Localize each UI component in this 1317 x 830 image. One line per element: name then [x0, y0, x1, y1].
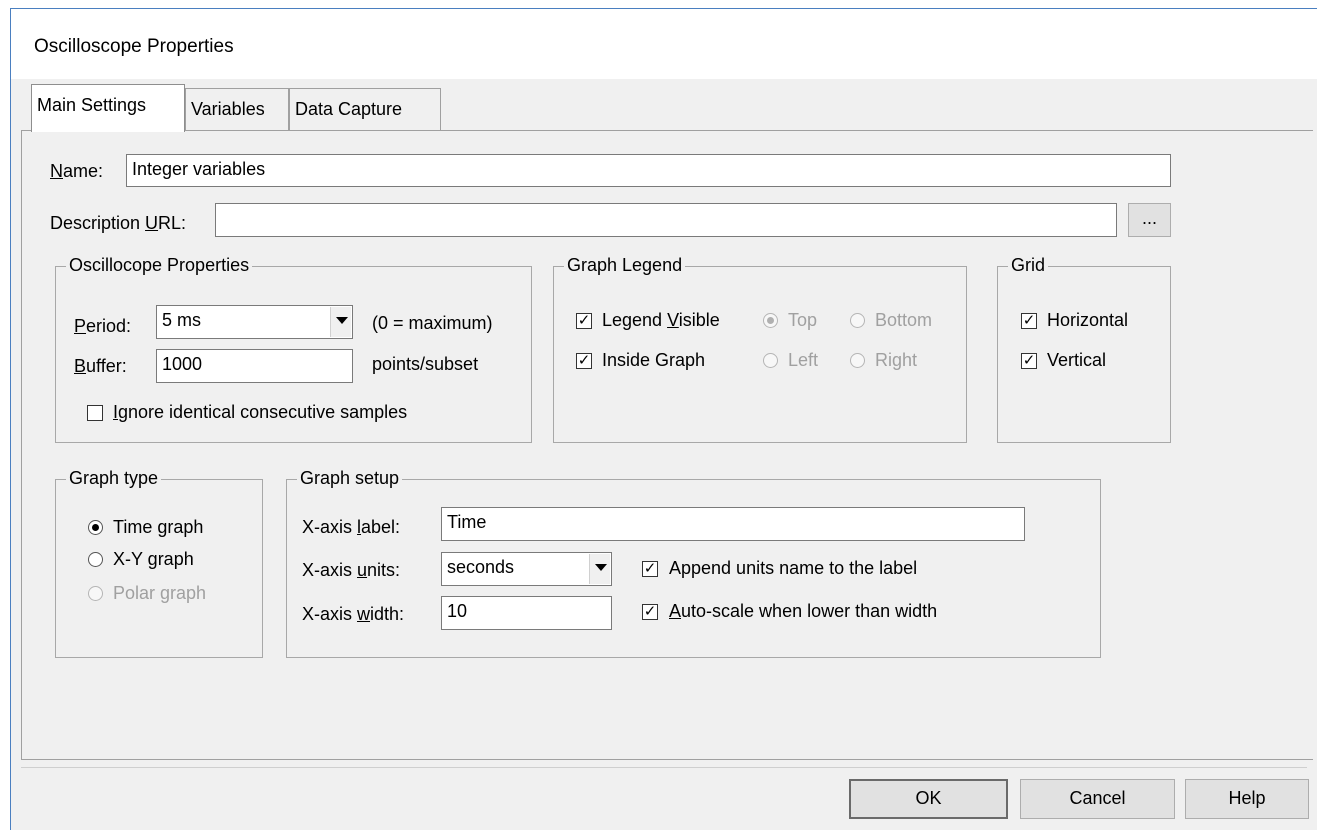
legend-top-label: Top [788, 310, 818, 330]
xaxis-label-input[interactable]: Time [441, 507, 1025, 541]
main-settings-panel: Name: Integer variables Description URL:… [21, 130, 1313, 760]
chevron-down-icon[interactable] [330, 307, 351, 337]
period-value: 5 ms [162, 310, 202, 330]
grid-vertical-label: Vertical [1047, 350, 1107, 370]
help-button[interactable]: Help [1185, 779, 1309, 819]
append-units-label: Append units name to the label [669, 558, 918, 578]
legend-right-label: Right [875, 350, 918, 370]
grid-group: Grid ✓ Horizontal ✓ Vertical [997, 255, 1171, 443]
browse-button[interactable]: ... [1128, 203, 1171, 237]
separator [21, 767, 1307, 768]
legend-top-radio[interactable] [763, 313, 778, 328]
ok-button[interactable]: OK [849, 779, 1008, 819]
tab-label: Variables [191, 99, 265, 119]
check-icon: ✓ [643, 560, 657, 577]
period-select[interactable]: 5 ms [156, 305, 353, 339]
tab-main-settings[interactable]: Main Settings [31, 84, 185, 132]
xaxis-width-input[interactable]: 10 [441, 596, 612, 630]
check-icon: ✓ [1022, 352, 1036, 369]
group-title: Graph setup [297, 468, 403, 489]
graph-setup-group: Graph setup X-axis label: Time X-axis un… [286, 468, 1101, 658]
tab-label: Main Settings [37, 95, 147, 115]
group-title: Graph Legend [564, 255, 686, 276]
time-graph-radio[interactable] [88, 520, 103, 535]
check-icon: ✓ [643, 603, 657, 620]
inside-graph-label: Inside Graph [602, 350, 706, 370]
legend-left-radio[interactable] [763, 353, 778, 368]
grid-horizontal-checkbox[interactable]: ✓ [1021, 313, 1037, 329]
ignore-identical-label: Ignore identical consecutive samples [113, 402, 408, 422]
legend-right-radio[interactable] [850, 353, 865, 368]
group-title: Oscillocope Properties [66, 255, 253, 276]
check-icon: ✓ [577, 312, 591, 329]
group-title: Graph type [66, 468, 162, 489]
append-units-checkbox[interactable]: ✓ [642, 561, 658, 577]
group-title: Grid [1008, 255, 1049, 276]
check-icon: ✓ [577, 352, 591, 369]
auto-scale-checkbox[interactable]: ✓ [642, 604, 658, 620]
name-input[interactable]: Integer variables [126, 154, 1171, 187]
ignore-identical-checkbox[interactable] [87, 405, 103, 421]
tab-data-capture[interactable]: Data Capture [289, 88, 441, 130]
title-bar: Oscilloscope Properties [11, 9, 1317, 79]
xy-graph-radio[interactable] [88, 552, 103, 567]
xy-graph-label: X-Y graph [113, 549, 194, 569]
xaxis-units-label: X-axis units: [302, 560, 401, 580]
dialog-title: Oscilloscope Properties [34, 36, 234, 57]
legend-visible-checkbox[interactable]: ✓ [576, 313, 592, 329]
legend-bottom-label: Bottom [875, 310, 933, 330]
period-hint: (0 = maximum) [372, 313, 493, 333]
buffer-unit: points/subset [372, 354, 479, 374]
buffer-label: Buffer: [74, 356, 127, 376]
graph-legend-group: Graph Legend ✓ Legend Visible Top Bottom… [553, 255, 967, 443]
xaxis-units-select[interactable]: seconds [441, 552, 612, 586]
xaxis-width-label: X-axis width: [302, 604, 405, 624]
description-url-label: Description URL: [50, 213, 187, 233]
chevron-down-icon[interactable] [589, 554, 610, 584]
legend-left-label: Left [788, 350, 819, 370]
polar-graph-label: Polar graph [113, 583, 207, 603]
buffer-input[interactable]: 1000 [156, 349, 353, 383]
xaxis-units-value: seconds [447, 557, 515, 577]
oscilloscope-properties-group: Oscillocope Properties Period: 5 ms (0 =… [55, 255, 532, 443]
graph-type-group: Graph type Time graph X-Y graph Polar gr… [55, 468, 263, 658]
tab-variables[interactable]: Variables [185, 88, 289, 130]
check-icon: ✓ [1022, 312, 1036, 329]
xaxis-label-label: X-axis label: [302, 517, 401, 537]
polar-graph-radio[interactable] [88, 586, 103, 601]
time-graph-label: Time graph [113, 517, 204, 537]
grid-horizontal-label: Horizontal [1047, 310, 1129, 330]
description-url-input[interactable] [215, 203, 1117, 237]
auto-scale-label: Auto-scale when lower than width [669, 601, 938, 621]
cancel-button[interactable]: Cancel [1020, 779, 1175, 819]
name-label: Name: [50, 161, 104, 181]
inside-graph-checkbox[interactable]: ✓ [576, 353, 592, 369]
grid-vertical-checkbox[interactable]: ✓ [1021, 353, 1037, 369]
period-label: Period: [74, 316, 132, 336]
legend-bottom-radio[interactable] [850, 313, 865, 328]
legend-visible-label: Legend Visible [602, 310, 720, 330]
tab-label: Data Capture [295, 99, 403, 119]
